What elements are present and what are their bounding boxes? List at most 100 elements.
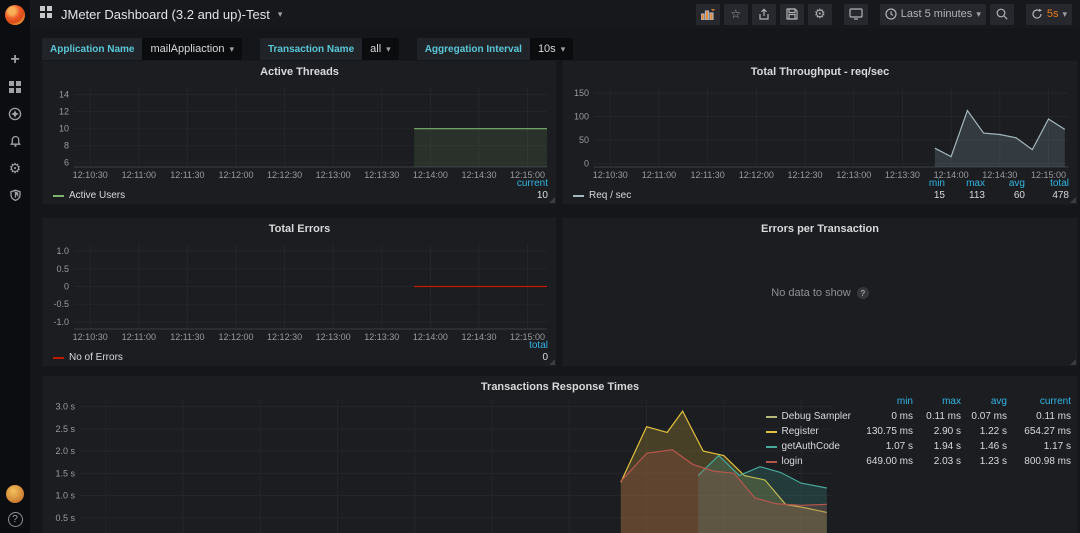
stat-value: 478 <box>1052 190 1069 201</box>
stat-header: max <box>942 396 961 407</box>
total-errors-chart[interactable]: 12:10:30 12:11:00 12:11:30 12:12:00 12:12:30… <box>46 238 555 344</box>
panel-title[interactable]: Active Threads <box>43 61 556 81</box>
stat-header: current <box>516 178 548 189</box>
legend-series-toggle[interactable]: getAuthCode <box>765 441 851 452</box>
stat-value: 10 <box>536 190 548 201</box>
active-threads-chart[interactable]: 12:10:30 12:11:00 12:11:30 12:12:00 12:12:30… <box>46 81 555 181</box>
legend-series-toggle[interactable]: login <box>765 456 851 467</box>
no-data-message: No data to show <box>771 287 851 299</box>
filter-value-dropdown[interactable]: all ▾ <box>362 38 399 60</box>
panel-legend-table: min max avg current Debug Sampler 0 ms 0… <box>765 396 1071 467</box>
svg-text:8: 8 <box>64 141 69 151</box>
user-avatar[interactable] <box>6 485 24 503</box>
filter-aggregation-interval: Aggregation Interval 10s ▾ <box>416 38 574 60</box>
filter-application-name: Application Name mailAppliaction ▾ <box>42 38 242 60</box>
series-swatch-icon <box>53 194 64 197</box>
alerting-bell-icon[interactable] <box>2 134 28 148</box>
svg-text:2.5 s: 2.5 s <box>55 424 75 434</box>
response-times-chart[interactable]: 12:10:3012:11:0012:11:3012:12:0012:12:30… <box>46 396 834 533</box>
filter-value-dropdown[interactable]: mailAppliaction ▾ <box>142 38 242 60</box>
legend-series-toggle[interactable]: Active Users <box>53 190 508 201</box>
panel-resize-handle[interactable] <box>549 197 555 203</box>
panel-resize-handle[interactable] <box>549 359 555 365</box>
navbar: JMeter Dashboard (3.2 and up)-Test ▾ ☆ ⚙… <box>30 0 1080 28</box>
svg-text:1.0 s: 1.0 s <box>55 491 75 501</box>
svg-text:100: 100 <box>574 112 589 122</box>
explore-compass-icon[interactable] <box>2 107 28 121</box>
svg-text:0.5 s: 0.5 s <box>55 513 75 523</box>
star-button[interactable]: ☆ <box>723 3 748 25</box>
dashboard-title[interactable]: JMeter Dashboard (3.2 and up)-Test <box>61 7 270 22</box>
throughput-chart[interactable]: 12:10:30 12:11:00 12:11:30 12:12:00 12:12:30… <box>566 81 1076 181</box>
filter-value-dropdown[interactable]: 10s ▾ <box>529 38 574 60</box>
stat-header: total <box>1050 178 1069 189</box>
dashboards-icon[interactable] <box>2 80 28 94</box>
legend-series-toggle[interactable]: Register <box>765 426 851 437</box>
stat-value: 0.11 ms <box>1036 411 1071 422</box>
panel-title[interactable]: Total Errors <box>43 218 556 238</box>
panel-title[interactable]: Errors per Transaction <box>563 218 1077 238</box>
stat-value: 130.75 ms <box>866 426 913 437</box>
svg-text:0.5: 0.5 <box>56 264 69 274</box>
panel-legend: current Active Users 10 <box>53 178 548 201</box>
svg-text:1.5 s: 1.5 s <box>55 468 75 478</box>
legend-series-toggle[interactable]: Debug Sampler <box>765 411 851 422</box>
stat-value: 649.00 ms <box>866 456 913 467</box>
chevron-down-icon: ▾ <box>386 43 391 54</box>
stat-header: min <box>928 178 945 189</box>
dashboard-picker-icon[interactable] <box>40 5 53 23</box>
help-icon[interactable]: ? <box>7 512 23 527</box>
server-admin-shield-icon[interactable] <box>2 188 28 202</box>
add-icon[interactable]: + <box>2 52 28 68</box>
legend-series-toggle[interactable]: No of Errors <box>53 352 508 363</box>
series-swatch-icon <box>765 430 777 433</box>
chevron-down-icon: ▾ <box>229 43 234 54</box>
svg-text:1.0: 1.0 <box>56 246 69 256</box>
panel-active-threads: Active Threads 12:10:30 12:11:00 12:11:30 1… <box>42 60 557 205</box>
stat-value: 60 <box>1013 190 1025 201</box>
panel-total-errors: Total Errors 12:10:30 12:11:00 12:11:30 12:… <box>42 217 557 367</box>
series-swatch-icon <box>53 356 64 359</box>
grafana-logo-icon[interactable] <box>5 5 25 25</box>
panel-resize-handle[interactable] <box>1070 197 1076 203</box>
time-range-picker[interactable]: Last 5 minutes ▾ <box>879 3 986 25</box>
stat-value: 1.22 s <box>979 426 1007 437</box>
stat-value: 0 <box>542 352 548 363</box>
svg-text:-0.5: -0.5 <box>53 299 69 309</box>
stat-value: 113 <box>969 190 985 201</box>
svg-text:150: 150 <box>574 88 589 98</box>
share-button[interactable] <box>751 3 776 25</box>
cycle-view-button[interactable] <box>843 3 868 25</box>
series-swatch-icon <box>765 445 777 448</box>
save-button[interactable] <box>779 3 804 25</box>
panel-transactions-response-times: Transactions Response Times 12:10:3012:1… <box>42 375 1078 533</box>
svg-text:50: 50 <box>579 135 589 145</box>
panel-title[interactable]: Total Throughput - req/sec <box>563 61 1077 81</box>
panel-total-throughput: Total Throughput - req/sec 12:10:30 12:11… <box>562 60 1078 205</box>
stat-value: 0.07 ms <box>971 411 1007 422</box>
stat-value: 0.11 ms <box>926 411 961 422</box>
configuration-gear-icon[interactable]: ⚙ <box>2 161 28 175</box>
panel-title[interactable]: Transactions Response Times <box>43 376 1077 396</box>
dashboard-title-caret-icon[interactable]: ▾ <box>278 9 283 20</box>
legend-series-toggle[interactable]: Req / sec <box>573 190 905 201</box>
main-area: JMeter Dashboard (3.2 and up)-Test ▾ ☆ ⚙… <box>30 0 1080 533</box>
question-circle-icon[interactable]: ? <box>856 287 869 299</box>
stat-header: current <box>1039 396 1071 407</box>
svg-text:12: 12 <box>59 107 69 117</box>
refresh-interval-label: 5s <box>1046 8 1059 20</box>
svg-text:3.0 s: 3.0 s <box>55 402 75 412</box>
stat-header: avg <box>990 396 1007 407</box>
panel-legend: min max avg total Req / sec 15 113 60 47… <box>573 178 1069 201</box>
stat-value: 654.27 ms <box>1024 426 1071 437</box>
stat-header: min <box>896 396 913 407</box>
stat-value: 0 ms <box>891 411 913 422</box>
settings-button[interactable]: ⚙ <box>807 3 832 25</box>
stat-value: 1.94 s <box>933 441 961 452</box>
panel-resize-handle[interactable] <box>1070 359 1076 365</box>
series-swatch-icon <box>765 460 777 463</box>
add-panel-button[interactable] <box>695 3 720 25</box>
zoom-out-button[interactable] <box>989 3 1014 25</box>
stat-value: 1.23 s <box>979 456 1007 467</box>
refresh-button[interactable]: 5s ▾ <box>1025 3 1072 25</box>
